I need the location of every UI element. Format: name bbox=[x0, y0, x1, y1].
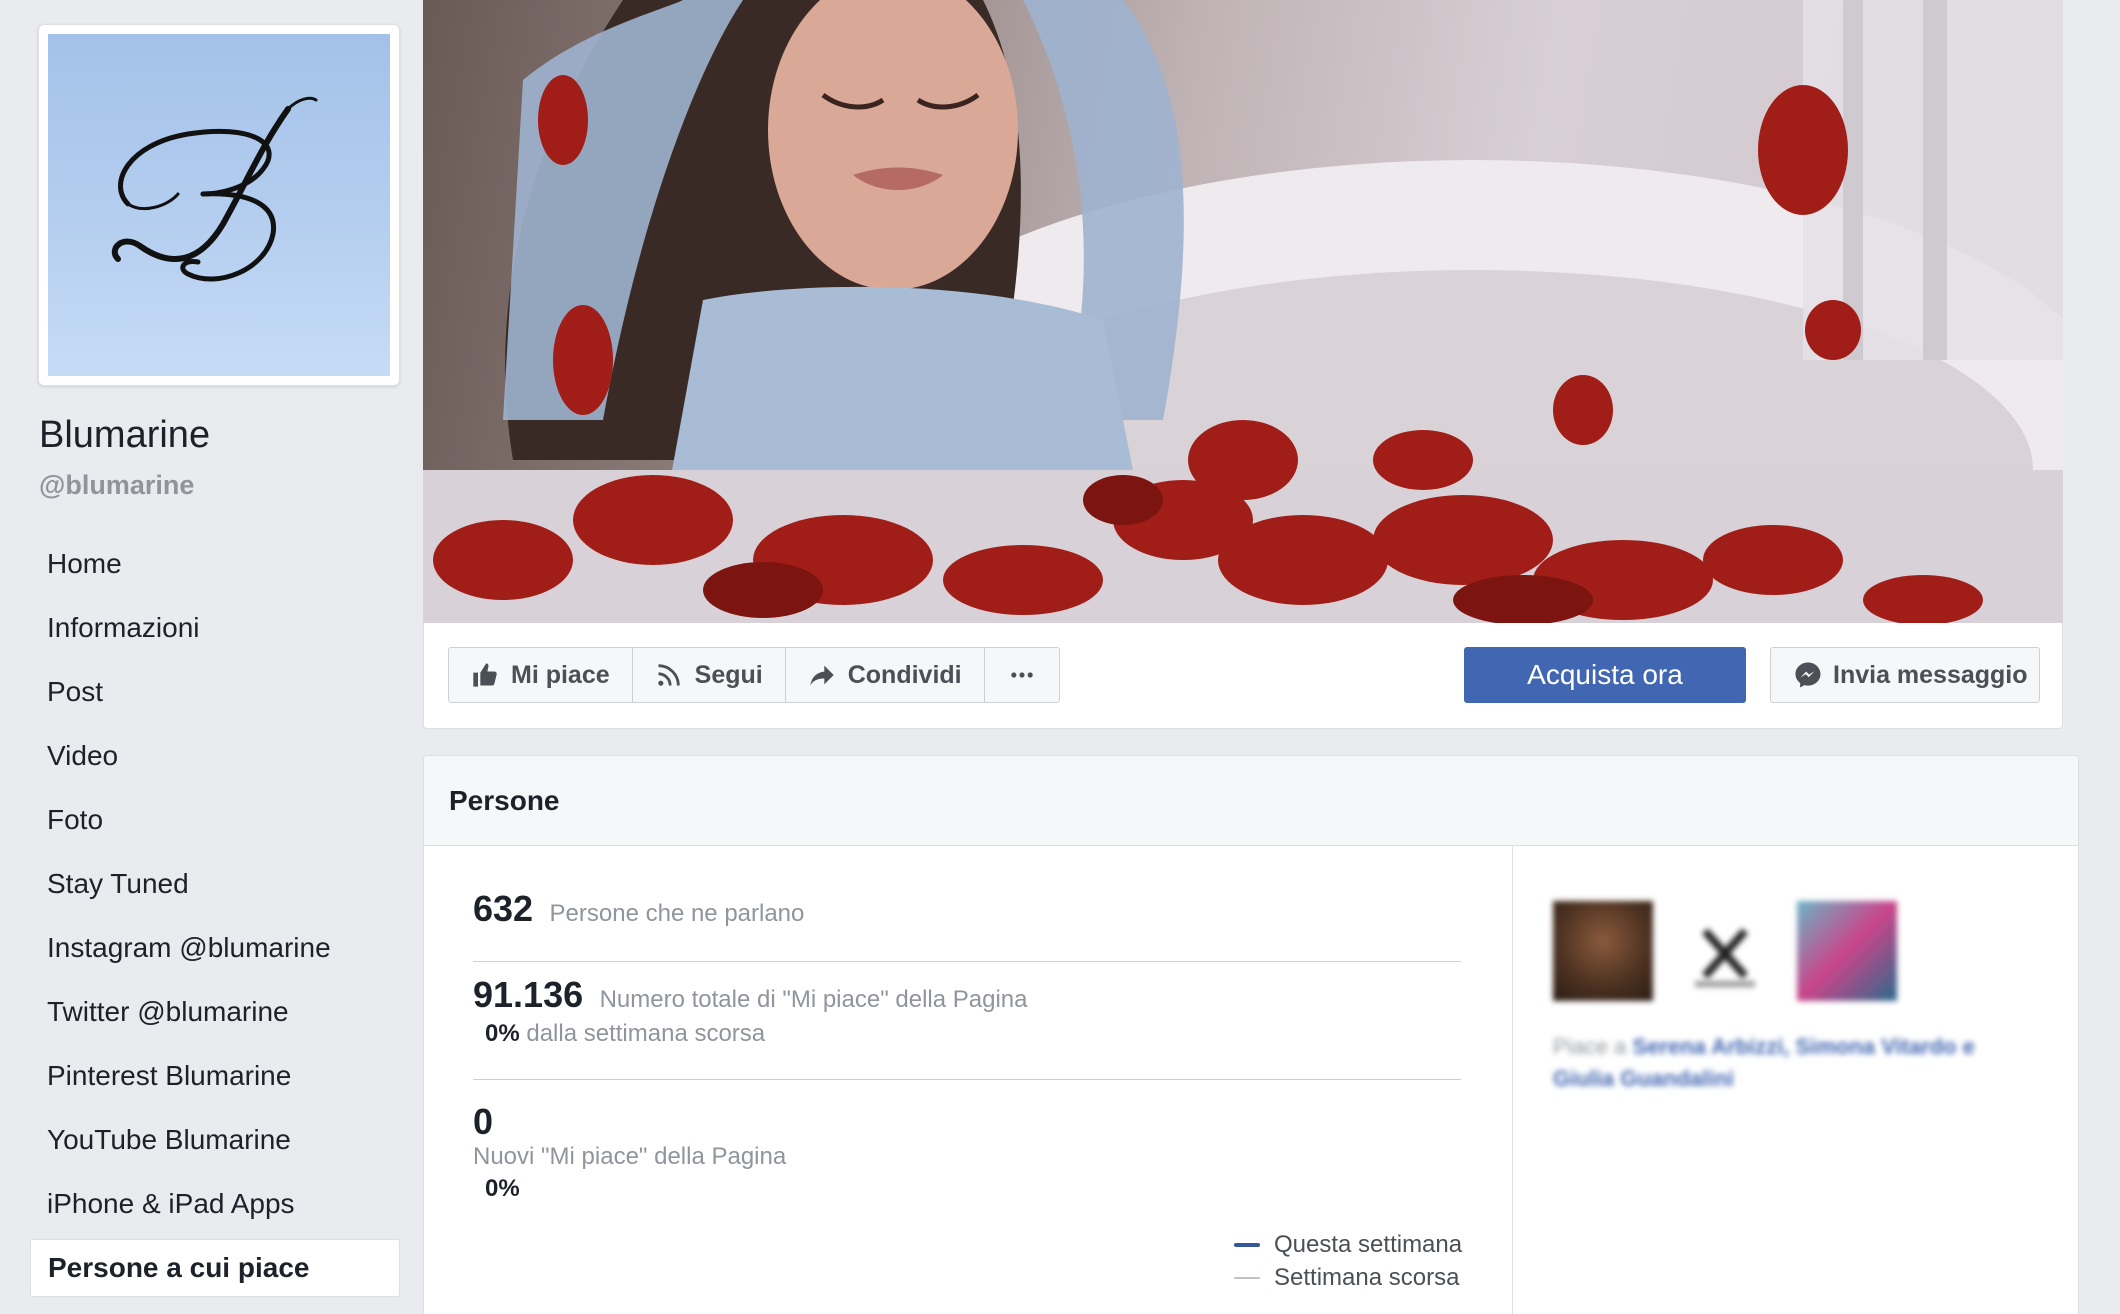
profile-picture-logo bbox=[48, 34, 390, 376]
cover-photo[interactable] bbox=[423, 0, 2063, 623]
avatar[interactable] bbox=[1553, 901, 1653, 1001]
page-name[interactable]: Blumarine bbox=[39, 414, 210, 457]
messenger-icon bbox=[1795, 662, 1821, 688]
blumarine-b-logo-icon bbox=[111, 96, 318, 282]
talking-count: 632 bbox=[473, 888, 534, 929]
friends-like-prefix: Piace a bbox=[1553, 1034, 1627, 1059]
more-options-button[interactable] bbox=[985, 648, 1059, 702]
facebook-page: Blumarine @blumarine Home Informazioni P… bbox=[0, 0, 2120, 1314]
ellipsis-icon bbox=[1010, 672, 1033, 678]
total-likes-stat: 91.136 Numero totale di "Mi piace" della… bbox=[473, 974, 1461, 1048]
total-likes-change: 0% dalla settimana scorsa bbox=[485, 1020, 1461, 1048]
rss-icon bbox=[657, 664, 680, 686]
legend-last-week-label: Settimana scorsa bbox=[1274, 1263, 1460, 1291]
sidebar-item-pinterest[interactable]: Pinterest Blumarine bbox=[30, 1044, 400, 1108]
talking-label: Persone che ne parlano bbox=[549, 900, 805, 927]
follow-button-label: Segui bbox=[694, 660, 763, 689]
chart-legend: Questa settimana Settimana scorsa bbox=[1234, 1228, 1462, 1294]
total-likes-change-label: dalla settimana scorsa bbox=[526, 1020, 766, 1047]
legend-swatch-this-week bbox=[1234, 1242, 1260, 1247]
talking-about-stat: 632 Persone che ne parlano bbox=[473, 888, 1461, 930]
sidebar-item-home[interactable]: Home bbox=[30, 532, 400, 596]
new-likes-stat: 0 Nuovi "Mi piace" della Pagina 0% bbox=[473, 1101, 1461, 1203]
profile-picture-frame[interactable] bbox=[38, 24, 400, 386]
total-likes-change-value: 0% bbox=[485, 1020, 520, 1047]
left-sidebar: Blumarine @blumarine Home Informazioni P… bbox=[0, 0, 415, 1314]
like-button-label: Mi piace bbox=[511, 660, 610, 689]
friend-avatars bbox=[1553, 901, 1897, 1001]
people-card: Persone 632 Persone che ne parlano 91.13… bbox=[423, 755, 2079, 1314]
thumbs-up-icon bbox=[473, 663, 497, 687]
like-button[interactable]: Mi piace bbox=[449, 648, 633, 702]
follow-button[interactable]: Segui bbox=[633, 648, 786, 702]
send-message-button[interactable]: Invia messaggio bbox=[1770, 647, 2040, 703]
page-actions-group: Mi piace Segui Condividi bbox=[448, 647, 1060, 703]
sidebar-item-foto[interactable]: Foto bbox=[30, 788, 400, 852]
sidebar-nav: Home Informazioni Post Video Foto Stay T… bbox=[30, 532, 400, 1297]
avatar[interactable] bbox=[1675, 901, 1775, 1001]
page-handle: @blumarine bbox=[39, 470, 195, 500]
page-action-bar: Mi piace Segui Condividi Acquista ora In… bbox=[423, 623, 2063, 729]
friends-like-text: Piace a Serena Arbizzi, Simona Vitardo e… bbox=[1553, 1031, 2023, 1095]
sidebar-item-video[interactable]: Video bbox=[30, 724, 400, 788]
people-stats: 632 Persone che ne parlano 91.136 Numero… bbox=[424, 846, 1512, 1314]
sidebar-item-informazioni[interactable]: Informazioni bbox=[30, 596, 400, 660]
total-likes-label: Numero totale di "Mi piace" della Pagina bbox=[599, 986, 1028, 1013]
sidebar-item-stay-tuned[interactable]: Stay Tuned bbox=[30, 852, 400, 916]
sidebar-item-youtube[interactable]: YouTube Blumarine bbox=[30, 1108, 400, 1172]
shop-now-button[interactable]: Acquista ora bbox=[1464, 647, 1746, 703]
legend-last-week: Settimana scorsa bbox=[1234, 1261, 1462, 1294]
cover-photo-image bbox=[423, 0, 2063, 623]
sidebar-item-persone-a-cui-piace[interactable]: Persone a cui piace bbox=[30, 1239, 400, 1297]
new-likes-count: 0 bbox=[473, 1101, 494, 1142]
people-card-title: Persone bbox=[424, 756, 2078, 846]
friends-who-like: Piace a Serena Arbizzi, Simona Vitardo e… bbox=[1512, 846, 2078, 1314]
avatar[interactable] bbox=[1797, 901, 1897, 1001]
legend-this-week-label: Questa settimana bbox=[1274, 1230, 1463, 1258]
sidebar-item-twitter[interactable]: Twitter @blumarine bbox=[30, 980, 400, 1044]
x-logo-icon bbox=[1695, 928, 1755, 987]
new-likes-change-value: 0% bbox=[485, 1175, 520, 1202]
send-message-label: Invia messaggio bbox=[1833, 660, 2028, 689]
share-arrow-icon bbox=[810, 665, 834, 686]
share-button-label: Condividi bbox=[847, 660, 962, 689]
total-likes-count: 91.136 bbox=[473, 974, 584, 1015]
stat-divider bbox=[473, 1079, 1461, 1080]
legend-this-week: Questa settimana bbox=[1234, 1228, 1462, 1261]
share-button[interactable]: Condividi bbox=[786, 648, 985, 702]
sidebar-item-post[interactable]: Post bbox=[30, 660, 400, 724]
sidebar-item-instagram[interactable]: Instagram @blumarine bbox=[30, 916, 400, 980]
stat-divider bbox=[473, 961, 1461, 962]
new-likes-label: Nuovi "Mi piace" della Pagina bbox=[473, 1143, 787, 1170]
new-likes-change: 0% bbox=[485, 1175, 1461, 1203]
legend-swatch-last-week bbox=[1234, 1276, 1260, 1279]
sidebar-item-iphone-ipad-apps[interactable]: iPhone & iPad Apps bbox=[30, 1172, 400, 1236]
